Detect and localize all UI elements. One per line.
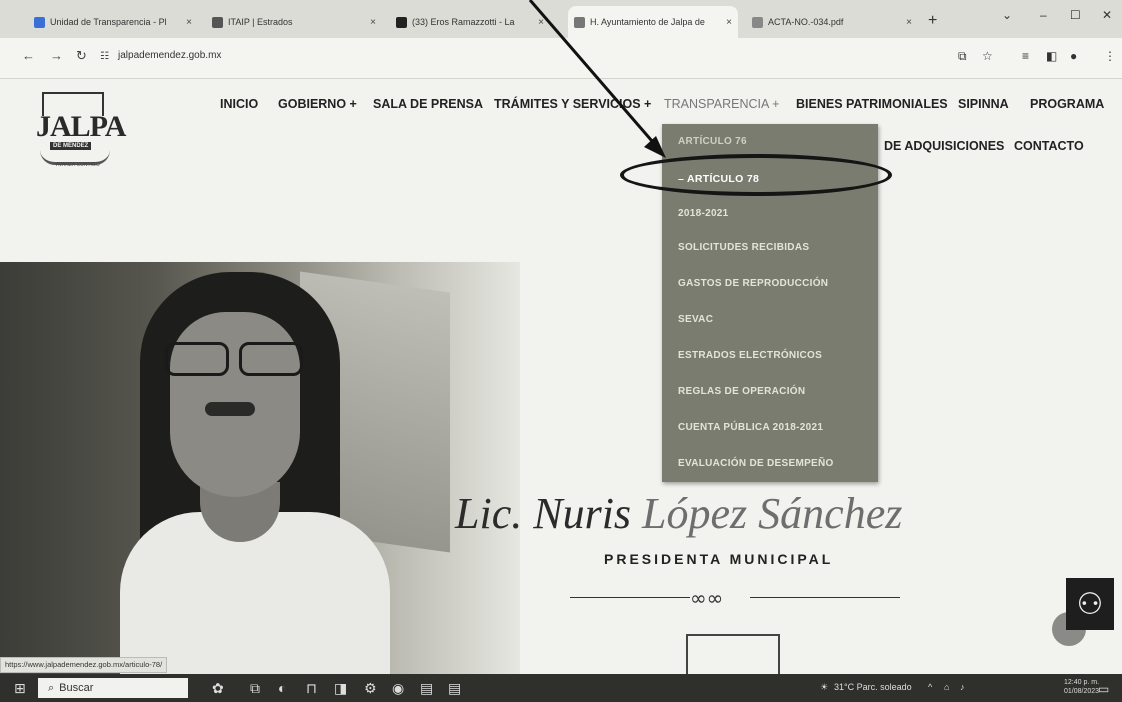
tab-close-icon[interactable]: × bbox=[906, 17, 912, 28]
tab-title: H. Ayuntamiento de Jalpa de bbox=[590, 17, 705, 27]
browser-tab[interactable]: (33) Eros Ramazzotti - La × bbox=[390, 10, 550, 34]
browser-tab[interactable]: ACTA-NO.-034.pdf × bbox=[746, 10, 918, 34]
browser-tab[interactable]: Unidad de Transparencia - Pl × bbox=[28, 10, 198, 34]
tab-title: ITAIP | Estrados bbox=[228, 17, 293, 27]
task-view-icon[interactable]: ⧉ bbox=[250, 680, 260, 697]
file-explorer-icon[interactable]: ▤ bbox=[448, 680, 461, 697]
dropdown-item-cuenta-publica[interactable]: CUENTA PÚBLICA 2018-2021 bbox=[678, 422, 823, 433]
hero-name-last: López Sánchez bbox=[642, 489, 903, 538]
logo-text: JALPA bbox=[36, 110, 126, 143]
logo-tagline: AVANZA CONTIGO bbox=[56, 162, 100, 168]
reload-icon[interactable]: ↻ bbox=[76, 48, 87, 64]
tab-favicon-icon bbox=[574, 16, 585, 28]
dropdown-item-reglas[interactable]: REGLAS DE OPERACIÓN bbox=[678, 386, 805, 397]
hero-role: PRESIDENTA MUNICIPAL bbox=[604, 551, 834, 567]
edge-icon[interactable]: ◐ bbox=[278, 680, 286, 696]
minimize-icon[interactable]: – bbox=[1040, 8, 1047, 22]
tray-chevron-icon[interactable]: ^ bbox=[928, 682, 932, 692]
nav-de-adquisiciones[interactable]: DE ADQUISICIONES bbox=[884, 139, 1004, 153]
portrait-glasses bbox=[165, 342, 305, 376]
search-placeholder: Buscar bbox=[59, 682, 94, 694]
tab-search-chevron-icon[interactable]: ⌄ bbox=[1002, 8, 1012, 22]
side-panel-icon[interactable]: ◧ bbox=[1046, 49, 1057, 63]
tab-close-icon[interactable]: × bbox=[186, 17, 192, 28]
hero-name: Lic. Nuris López Sánchez bbox=[455, 488, 902, 539]
tab-close-icon[interactable]: × bbox=[726, 17, 732, 28]
menu-kebab-icon[interactable]: ⋮ bbox=[1104, 49, 1116, 63]
nav-programa[interactable]: PROGRAMA bbox=[1030, 97, 1104, 111]
tab-title: (33) Eros Ramazzotti - La bbox=[412, 17, 515, 27]
dropdown-item-solicitudes[interactable]: SOLICITUDES RECIBIDAS bbox=[678, 242, 809, 253]
reading-list-icon[interactable]: ≡ bbox=[1022, 49, 1029, 63]
clock-date: 01/08/2023 bbox=[1064, 688, 1100, 695]
ornament-knot-icon: ∞∞ bbox=[690, 586, 724, 610]
widgets-icon[interactable]: ✿ bbox=[212, 680, 224, 697]
nav-tramites-y-servicios[interactable]: TRÁMITES Y SERVICIOS + bbox=[494, 97, 651, 111]
tab-title: ACTA-NO.-034.pdf bbox=[768, 17, 844, 27]
youtube-icon bbox=[396, 16, 407, 28]
site-logo[interactable]: JALPA DE MÉNDEZ AVANZA CONTIGO bbox=[32, 92, 126, 168]
nav-transparencia[interactable]: TRANSPARENCIA + bbox=[664, 97, 779, 111]
dropdown-item-gastos[interactable]: GASTOS DE REPRODUCCIÓN bbox=[678, 278, 828, 289]
chrome-icon[interactable]: ◉ bbox=[392, 680, 404, 697]
browser-tab-active[interactable]: H. Ayuntamiento de Jalpa de × bbox=[568, 6, 738, 38]
dropdown-item-articulo-76[interactable]: ARTÍCULO 76 bbox=[678, 136, 747, 147]
network-icon[interactable]: ⌂ bbox=[944, 682, 949, 692]
nav-bienes-patrimoniales[interactable]: BIENES PATRIMONIALES bbox=[796, 97, 948, 111]
tab-favicon-icon bbox=[34, 16, 45, 28]
site-info-icon[interactable]: ☷ bbox=[100, 51, 109, 62]
nav-contacto[interactable]: CONTACTO bbox=[1014, 139, 1084, 153]
maximize-icon[interactable]: ☐ bbox=[1070, 8, 1081, 22]
notifications-icon[interactable]: ▭ bbox=[1098, 682, 1109, 696]
settings-gear-icon[interactable]: ⚙ bbox=[364, 680, 377, 697]
volume-icon[interactable]: ♪ bbox=[960, 682, 965, 692]
tab-favicon-icon bbox=[212, 16, 223, 28]
dropdown-item-evaluacion[interactable]: EVALUACIÓN DE DESEMPEÑO bbox=[678, 458, 834, 469]
forward-icon[interactable]: → bbox=[50, 48, 63, 63]
tab-close-icon[interactable]: × bbox=[538, 17, 544, 28]
file-explorer-icon[interactable]: ▤ bbox=[420, 680, 433, 697]
portrait-lips bbox=[205, 402, 255, 416]
store-icon[interactable]: ⊓ bbox=[306, 680, 317, 697]
weather-text[interactable]: 31°C Parc. soleado bbox=[834, 682, 912, 692]
taskbar-clock[interactable]: 12:40 p. m. 01/08/2023 bbox=[1064, 678, 1099, 696]
dropdown-item-estrados[interactable]: ESTRADOS ELECTRÓNICOS bbox=[678, 350, 822, 361]
tab-title: Unidad de Transparencia - Pl bbox=[50, 17, 167, 27]
logo-subtitle: DE MÉNDEZ bbox=[50, 142, 92, 150]
search-icon: ⌕ bbox=[48, 681, 55, 694]
new-tab-button[interactable]: + bbox=[928, 12, 937, 30]
weather-icon[interactable]: ☀ bbox=[820, 682, 828, 693]
address-bar-row: ← → ↻ ☷ jalpademendez.gob.mx ⧉ ☆ ≡ ◧ ● ⋮ bbox=[0, 38, 1122, 79]
profile-avatar-icon[interactable]: ● bbox=[1070, 49, 1077, 63]
status-link-preview: https://www.jalpademendez.gob.mx/articul… bbox=[0, 657, 168, 673]
nav-gobierno[interactable]: GOBIERNO + bbox=[278, 97, 357, 111]
dropdown-item-2018-2021[interactable]: 2018-2021 bbox=[678, 208, 729, 219]
back-icon[interactable]: ← bbox=[22, 48, 35, 63]
share-icon[interactable]: ⧉ bbox=[958, 49, 967, 64]
taskbar-search[interactable]: ⌕ Buscar bbox=[38, 678, 188, 698]
accessibility-icon[interactable]: ⚇ bbox=[1066, 578, 1114, 630]
bookmark-star-icon[interactable]: ☆ bbox=[982, 49, 993, 63]
ornament-divider: ∞∞ bbox=[570, 584, 900, 614]
tab-close-icon[interactable]: × bbox=[370, 17, 376, 28]
windows-taskbar: ⊞ ⌕ Buscar ✿ ⧉ ◐ ⊓ ◨ ⚙ ◉ ▤ ▤ ☀ 31°C Parc… bbox=[0, 674, 1122, 702]
hero-name-first: Lic. Nuris bbox=[455, 489, 632, 538]
windows-start-icon[interactable]: ⊞ bbox=[14, 680, 26, 697]
hero-banner bbox=[0, 262, 1122, 674]
nav-sipinna[interactable]: SIPINNA bbox=[958, 97, 1009, 111]
clock-time: 12:40 p. m. bbox=[1064, 679, 1100, 686]
dropdown-item-sevac[interactable]: SEVAC bbox=[678, 314, 713, 325]
close-window-icon[interactable]: ✕ bbox=[1102, 8, 1112, 22]
tab-favicon-icon bbox=[752, 16, 763, 28]
browser-tab-strip: Unidad de Transparencia - Pl × ITAIP | E… bbox=[0, 0, 1122, 38]
annotation-ellipse bbox=[620, 154, 892, 196]
nav-sala-de-prensa[interactable]: SALA DE PRENSA bbox=[373, 97, 483, 111]
palace-drawing-icon bbox=[686, 634, 780, 676]
browser-tab[interactable]: ITAIP | Estrados × bbox=[206, 10, 382, 34]
app-icon[interactable]: ◨ bbox=[334, 680, 347, 697]
nav-inicio[interactable]: INICIO bbox=[220, 97, 258, 111]
url-field[interactable]: jalpademendez.gob.mx bbox=[118, 50, 221, 61]
